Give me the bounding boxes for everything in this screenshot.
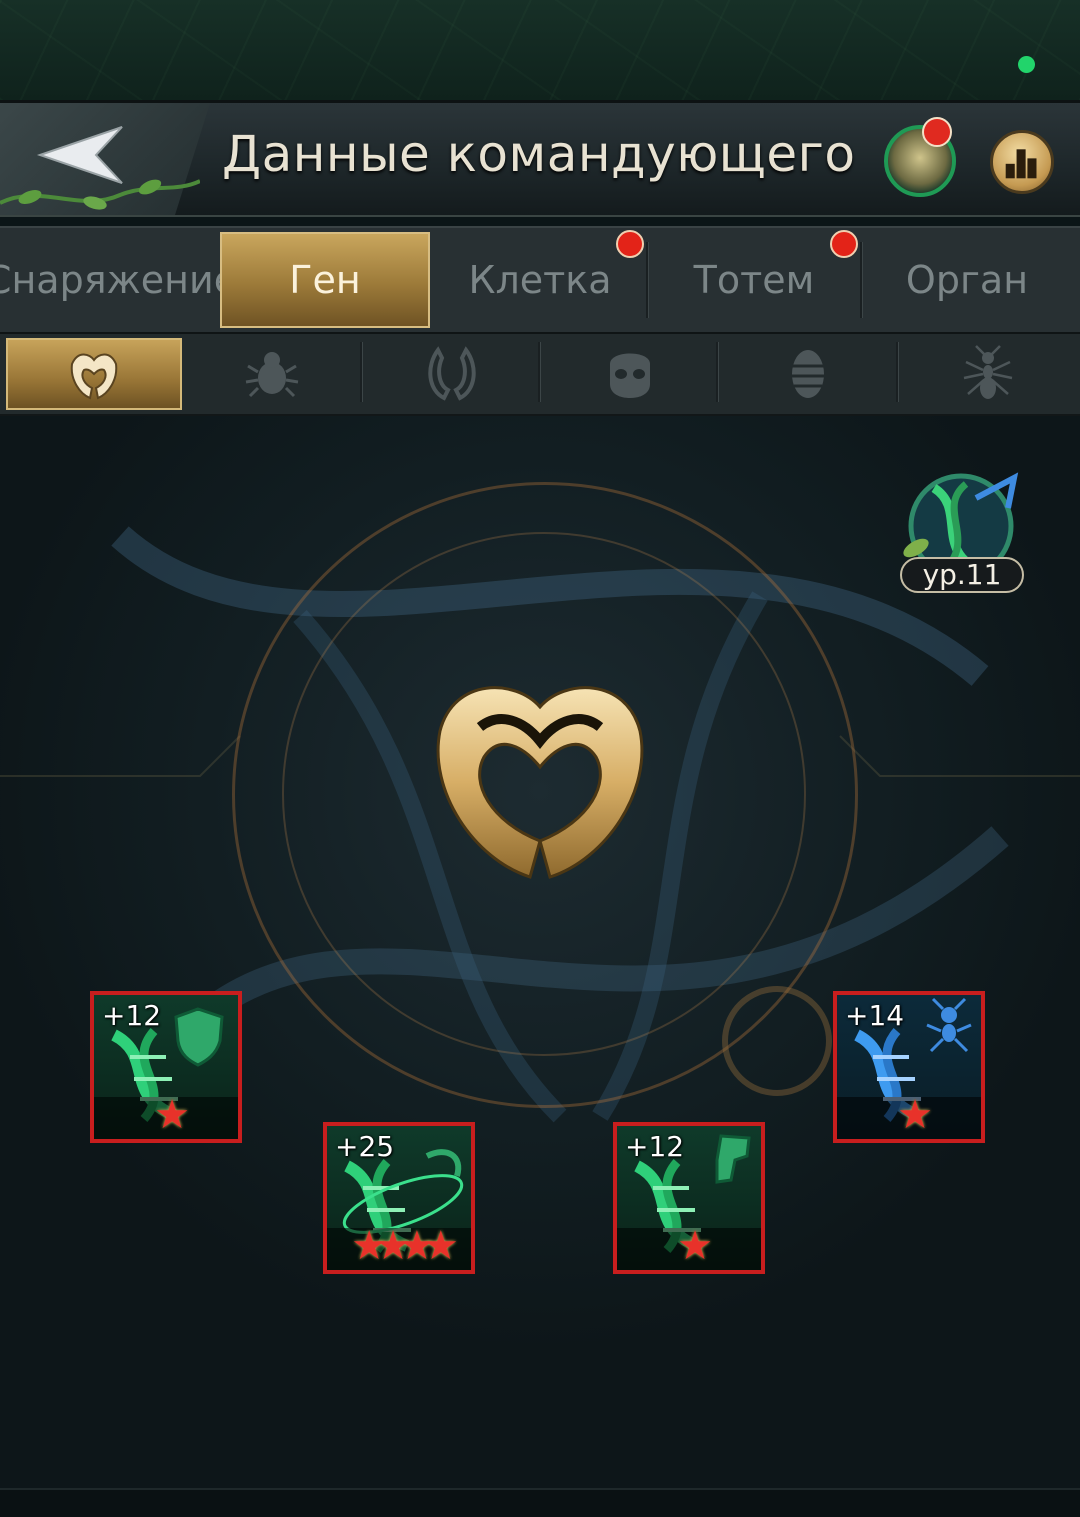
status-dot (1018, 56, 1035, 73)
notification-badge (922, 117, 952, 147)
gene-stars: ★ (677, 1223, 713, 1269)
gene-card[interactable]: +14 ★ (833, 991, 985, 1143)
subtab-skull[interactable] (542, 338, 718, 410)
ant-icon (963, 345, 1013, 399)
header-bar: Данные командующего (0, 100, 1080, 217)
empty-slot-ring[interactable] (722, 986, 832, 1096)
tab-organ[interactable]: Орган (864, 232, 1070, 328)
mandible-icon (428, 346, 476, 401)
gene-stage: ур.11 +12 ★ +25 ★★★★ +12 ★ +14 ★ (0, 416, 1080, 1488)
subtab-separator (360, 342, 363, 402)
gene-enhance-level: +12 (102, 999, 162, 1032)
bar-chart-icon (1005, 149, 1037, 179)
ranking-button[interactable] (990, 130, 1054, 194)
gene-enhance-level: +25 (335, 1130, 395, 1163)
gene-stars: ★ (897, 1092, 933, 1138)
subtab-separator (716, 342, 719, 402)
horned-emblem-icon (70, 353, 118, 400)
tab-gene[interactable]: Ген (220, 232, 430, 328)
tab-equipment[interactable]: Снаряжение (0, 232, 237, 328)
beetle-icon (245, 352, 299, 398)
subtab-separator (538, 342, 541, 402)
subtab-ant[interactable] (900, 338, 1076, 410)
skull-icon (610, 353, 650, 398)
main-tabs: Снаряжение Ген Клетка Тотем Орган (0, 226, 1080, 334)
subtab-mandible[interactable] (364, 338, 540, 410)
bottom-bar (0, 1488, 1080, 1517)
top-strip (0, 0, 1080, 100)
tab-totem[interactable]: Тотем (650, 232, 858, 328)
gene-level-label: ур.11 (900, 557, 1024, 593)
tab-separator (646, 242, 649, 318)
page-title: Данные командующего (222, 125, 856, 183)
subtab-larva[interactable] (720, 338, 896, 410)
subtab-horned-emblem[interactable] (6, 338, 182, 410)
gene-enhance-level: +14 (845, 999, 905, 1032)
gene-card[interactable]: +12 ★ (90, 991, 242, 1143)
subtab-separator (896, 342, 899, 402)
gene-stars: ★★★★ (351, 1223, 458, 1269)
larva-icon (792, 350, 824, 398)
tab-totem-badge (830, 230, 858, 258)
gene-card[interactable]: +12 ★ (613, 1122, 765, 1274)
tab-cell[interactable]: Клетка (434, 232, 646, 328)
gene-stars: ★ (154, 1092, 190, 1138)
tab-separator (860, 242, 863, 318)
gene-enhance-level: +12 (625, 1130, 685, 1163)
tab-cell-badge (616, 230, 644, 258)
subtab-beetle[interactable] (184, 338, 360, 410)
vine-decoration-icon (0, 179, 200, 210)
category-tabs (0, 334, 1080, 416)
horned-emblem-large-icon (436, 686, 644, 879)
gene-card[interactable]: +25 ★★★★ (323, 1122, 475, 1274)
